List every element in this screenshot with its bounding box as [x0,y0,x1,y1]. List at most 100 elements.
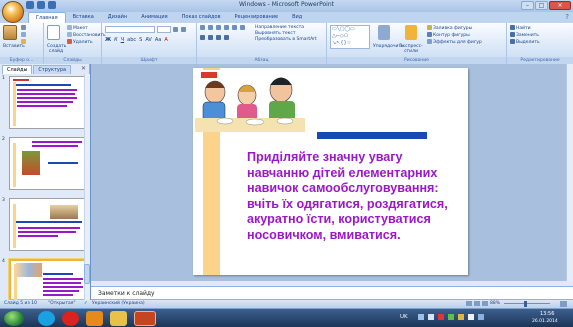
opera-icon[interactable] [62,311,79,326]
slide-thumbnail[interactable]: 1 [2,76,88,132]
office-button[interactable] [2,1,24,23]
slide-thumbnail-selected[interactable]: 4 [2,259,88,302]
arrange-button[interactable]: Упорядочить [373,25,404,54]
spacing-button[interactable]: AV [145,37,152,43]
shapes-gallery[interactable]: ▭╲▢◯▭ △⌐◇⬠ ↘↖{}☆ [330,25,370,49]
reset-button[interactable]: Восстановить [67,32,106,39]
zoom-level[interactable]: 88% [490,300,500,308]
outline-icon [427,32,432,37]
flag-icon[interactable] [468,314,474,320]
slide-thumbnail[interactable]: 2 [2,137,88,193]
window-controls: – □ ✕ [521,1,571,10]
zoom-slider-thumb[interactable] [524,301,527,307]
tab-design[interactable]: Дизайн [101,12,134,23]
shadow-button[interactable]: S [139,37,142,43]
justify-icon[interactable] [224,35,229,40]
slide-main-text[interactable]: Приділяйте значну увагу навчанню дітей е… [247,150,462,244]
editor-vertical-scrollbar[interactable] [566,64,573,281]
grow-font-icon[interactable] [173,27,178,32]
new-slide-button[interactable]: Создать слайд [47,25,66,54]
slide-thumbnail[interactable]: 3 [2,198,88,254]
align-center-icon[interactable] [208,35,213,40]
shape-effects-button[interactable]: Эффекты для фигур [427,39,482,46]
paste-icon [3,25,17,40]
folder-icon[interactable] [110,311,127,326]
find-button[interactable]: Найти [510,25,570,32]
tab-slideshow[interactable]: Показ слайдов [175,12,228,23]
spellcheck-icon[interactable]: ✓ [84,300,88,308]
align-left-icon[interactable] [200,35,205,40]
format-painter-button[interactable] [21,39,27,46]
powerpoint-icon[interactable] [134,311,156,326]
battery-icon[interactable] [448,314,454,320]
shrink-font-icon[interactable] [181,27,186,32]
tab-animation[interactable]: Анимация [134,12,174,23]
font-color-button[interactable]: A [164,37,167,43]
volume-icon[interactable] [428,314,434,320]
font-group: Ж К Ч abc S AV Aa A Шрифт [102,23,197,64]
media-player-icon[interactable] [86,311,103,326]
language-indicator[interactable]: UK [400,314,408,320]
tab-insert[interactable]: Вставка [66,12,101,23]
maximize-button[interactable]: □ [535,1,548,10]
minimize-button[interactable]: – [521,1,534,10]
numbering-icon[interactable] [208,25,213,30]
decrease-indent-icon[interactable] [216,25,221,30]
columns-icon[interactable] [240,25,245,30]
tab-home[interactable]: Главная [28,12,66,23]
antivirus-icon[interactable] [438,314,444,320]
tab-outline[interactable]: Структура [33,65,72,74]
shape-fill-button[interactable]: Заливка фигуры [427,25,482,32]
align-right-icon[interactable] [216,35,221,40]
normal-view-icon[interactable] [466,301,472,306]
tab-view[interactable]: Вид [285,12,309,23]
strike-button[interactable]: abc [127,37,136,43]
shape-outline-button[interactable]: Контур фигуры [427,32,482,39]
delete-slide-button[interactable]: Удалить [67,39,106,46]
tab-review[interactable]: Рецензирование [228,12,286,23]
copy-button[interactable] [21,32,27,39]
italic-button[interactable]: К [114,37,118,43]
bold-button[interactable]: Ж [105,37,111,43]
close-button[interactable]: ✕ [549,1,571,10]
help-icon[interactable]: ? [565,13,569,21]
font-size-select[interactable] [157,26,171,33]
replace-button[interactable]: Заменить [510,32,570,39]
line-spacing-icon[interactable] [232,25,237,30]
close-pane-icon[interactable]: ✕ [81,65,86,72]
slideshow-view-icon[interactable] [482,301,488,306]
smartart-button[interactable]: Преобразовать в SmartArt [255,37,317,43]
font-name-select[interactable] [105,26,155,33]
ribbon: Вставить Буфер о... Создать слайд Макет … [0,23,573,64]
skype-icon[interactable] [38,311,55,326]
network-icon[interactable] [418,314,424,320]
sorter-view-icon[interactable] [474,301,480,306]
quick-styles-button[interactable]: Экспресс-стили [398,25,424,54]
clipboard-group: Вставить Буфер о... [0,23,44,64]
display-icon[interactable] [478,314,484,320]
effects-icon [427,39,432,44]
case-button[interactable]: Aa [155,37,161,43]
start-button[interactable] [4,311,24,326]
update-icon[interactable] [458,314,464,320]
copy-icon [21,32,26,37]
increase-indent-icon[interactable] [224,25,229,30]
select-button[interactable]: Выделить [510,39,570,46]
reset-icon [67,32,72,37]
fit-slide-icon[interactable] [560,301,567,307]
layout-button[interactable]: Макет [67,25,106,32]
drawing-group: ▭╲▢◯▭ △⌐◇⬠ ↘↖{}☆ Упорядочить Экспресс-стил… [327,23,507,64]
clock-date[interactable]: 26.01.2014 [532,319,558,324]
pane-scroll-thumb[interactable] [84,264,90,284]
tray-icons [418,314,484,320]
paste-button[interactable]: Вставить [3,25,25,49]
underline-button[interactable]: Ч [121,37,124,43]
bullets-icon[interactable] [200,25,205,30]
cut-button[interactable] [21,25,27,32]
slide-accent-bar [317,132,427,139]
clock-time[interactable]: 13:56 [540,311,554,317]
slide-canvas[interactable]: Приділяйте значну увагу навчанню дітей е… [193,68,468,275]
tab-slides[interactable]: Слайды [2,65,33,74]
zoom-slider[interactable] [504,303,550,304]
notes-pane[interactable]: Заметки к слайду [91,286,573,300]
